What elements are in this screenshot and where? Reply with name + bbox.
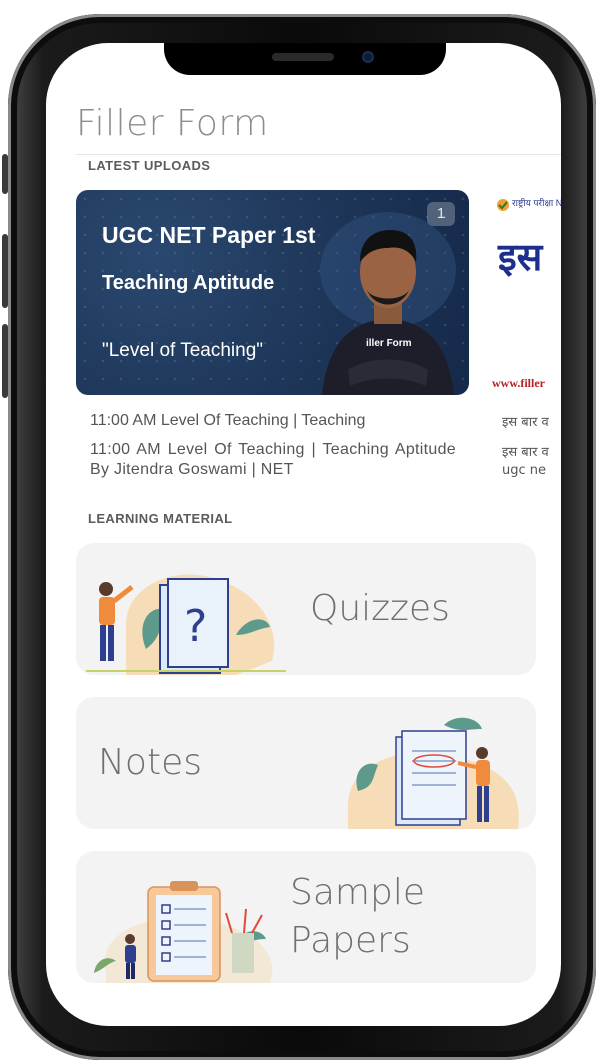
sample-papers-label-line2: Papers (290, 920, 411, 961)
thumbnail-hindi-heading: इस (498, 235, 543, 279)
upload-description-2-line2: ugc ne (502, 463, 547, 478)
notch (164, 43, 446, 75)
camera-icon (362, 51, 374, 63)
svg-text:iller Form: iller Form (366, 338, 412, 349)
presenter-photo: iller Form (320, 212, 456, 395)
sample-papers-card[interactable]: Sample Papers (76, 851, 536, 983)
upload-card-thumbnail[interactable]: UGC NET Paper 1st Teaching Aptitude "Lev… (76, 190, 469, 395)
upload-description-2-line1: इस बार व (502, 445, 549, 460)
svg-text:?: ? (184, 601, 207, 652)
notes-card[interactable]: Notes (76, 697, 536, 829)
nta-logo-text: राष्ट्रीय परीक्षा National Tes (512, 198, 561, 208)
quizzes-label: Quizzes (310, 588, 450, 629)
section-latest-uploads: LATEST UPLOADS (88, 158, 211, 173)
mute-switch (2, 154, 8, 194)
thumbnail-title: UGC NET Paper 1st (102, 222, 316, 248)
screen: Filler Form LATEST UPLOADS UGC NET Paper… (46, 43, 561, 1026)
nta-logo-icon (497, 199, 509, 211)
volume-down-button (2, 324, 8, 398)
notes-illustration-icon (348, 717, 519, 829)
upload-title-2[interactable]: इस बार व (502, 412, 549, 430)
thumbnail-url: www.filler (492, 376, 545, 390)
thumbnail-subtitle: Teaching Aptitude (102, 272, 275, 294)
thumbnail-quote: "Level of Teaching" (102, 340, 264, 361)
quiz-illustration-icon: ? (86, 574, 286, 675)
upload-title[interactable]: 11:00 AM Level Of Teaching | Teaching (90, 412, 456, 430)
volume-up-button (2, 234, 8, 308)
sample-papers-label-line1: Sample (290, 872, 425, 913)
speaker-grille (272, 53, 334, 61)
quizzes-card[interactable]: ? Quizzes (76, 543, 536, 675)
header-divider (76, 154, 561, 155)
upload-card-thumbnail-2[interactable]: राष्ट्रीय परीक्षा National Tes इस क www.… (492, 190, 561, 395)
notes-label: Notes (98, 742, 202, 783)
section-learning-material: LEARNING MATERIAL (88, 511, 233, 526)
upload-description: 11:00 AM Level Of Teaching | Teaching Ap… (90, 441, 456, 478)
sample-papers-illustration-icon (94, 881, 273, 983)
page-title: Filler Form (76, 103, 269, 144)
